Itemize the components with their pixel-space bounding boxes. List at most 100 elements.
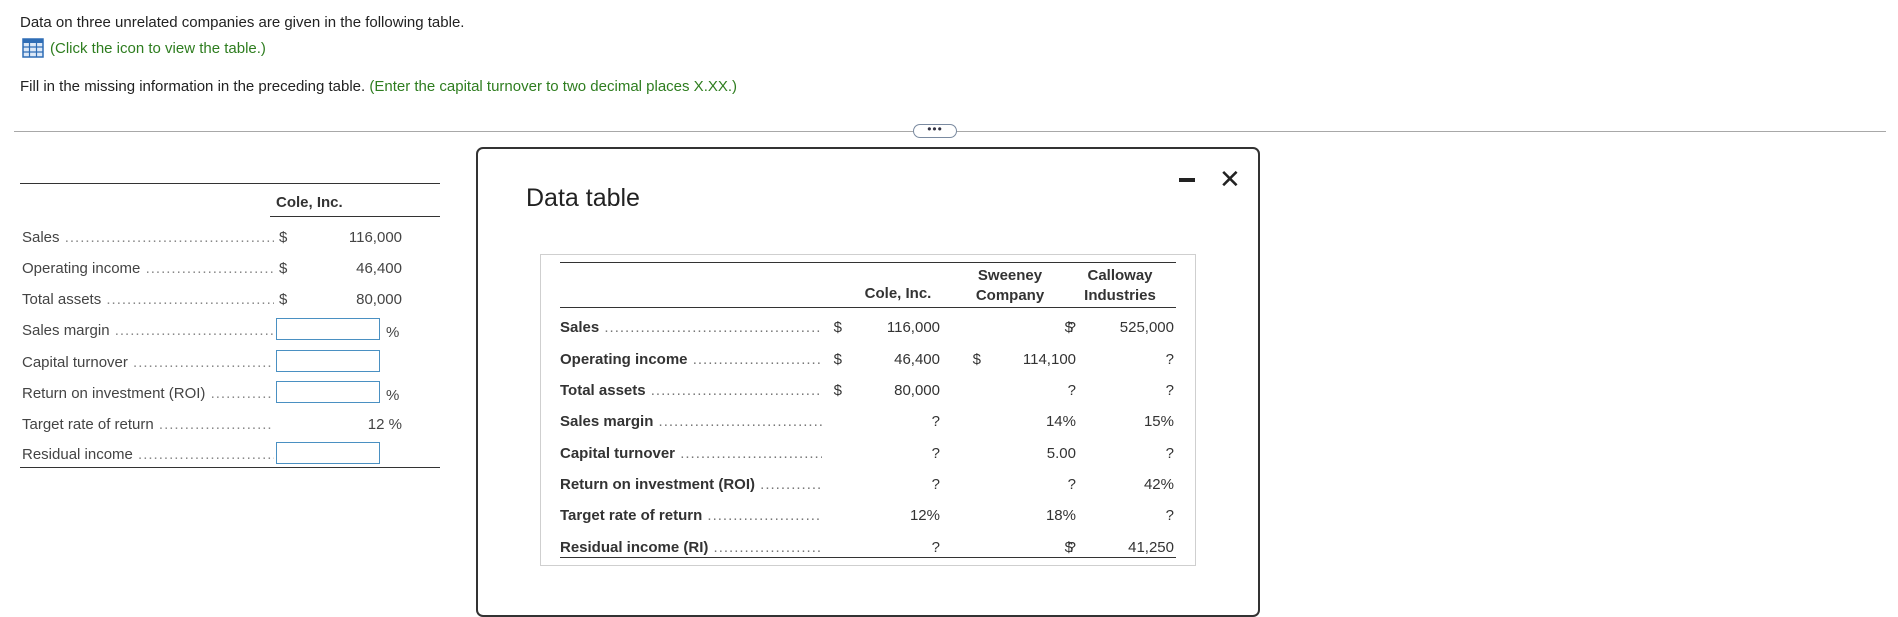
modal-title: Data table — [526, 184, 640, 212]
answer-table-header: Cole, Inc. — [276, 194, 343, 211]
instruction: Fill in the missing information in the p… — [20, 78, 737, 95]
resize-handle[interactable]: ••• — [913, 123, 957, 138]
cell-calloway: ? — [1165, 507, 1174, 524]
leader-dots: ........................................… — [713, 539, 822, 556]
data-row-label: Sales margin ...........................… — [560, 413, 822, 430]
answer-row-label: Capital turnover .......................… — [22, 354, 274, 371]
cell-sweeney: 14% — [1045, 413, 1076, 430]
leader-dots: ........................................… — [760, 476, 822, 493]
data-row-label: Capital turnover .......................… — [560, 445, 822, 462]
close-button[interactable]: ✕ — [1219, 166, 1241, 192]
answer-input[interactable] — [276, 318, 380, 340]
column-header-sweeney-line1: Sweeney — [977, 267, 1043, 284]
cell-calloway: 15% — [1143, 413, 1174, 430]
cell-sweeney: ? — [1067, 382, 1076, 399]
cell-calloway: 41,250 — [1128, 539, 1174, 556]
cell-sweeney: 18% — [1045, 507, 1076, 524]
leader-dots: ........................................… — [692, 351, 822, 368]
data-row-label: Total assets ...........................… — [560, 382, 822, 399]
row-label-text: Sales margin — [22, 322, 110, 339]
answer-value: 12 % — [367, 416, 402, 433]
answer-row: Residual income ........................… — [22, 442, 442, 472]
dollar-sign: $ — [833, 382, 842, 399]
row-label-text: Total assets — [560, 382, 646, 399]
view-table-link[interactable]: (Click the icon to view the table.) — [22, 38, 266, 58]
cell-sweeney: 5.00 — [1046, 445, 1076, 462]
cell-cole: ? — [931, 539, 940, 556]
column-header-sweeney: Sweeney Company — [960, 266, 1060, 306]
answer-row-label: Sales ..................................… — [22, 229, 274, 246]
row-label-text: Sales — [22, 229, 60, 246]
data-table-header-rule — [560, 307, 1176, 308]
cell-cole: ? — [931, 445, 940, 462]
data-row-label: Sales ..................................… — [560, 319, 822, 336]
answer-row: Return on investment (ROI) .............… — [22, 381, 442, 411]
answer-value: 116,000 — [348, 229, 402, 246]
row-label-text: Residual income — [22, 446, 133, 463]
leader-dots: ........................................… — [145, 260, 274, 277]
dollar-sign: $ — [1064, 319, 1073, 336]
dollar-sign: $ — [279, 260, 288, 277]
row-label-text: Capital turnover — [22, 354, 128, 371]
dollar-sign: $ — [1064, 539, 1073, 556]
leader-dots: ........................................… — [138, 446, 274, 463]
cell-calloway: ? — [1165, 382, 1174, 399]
column-header-calloway: Calloway Industries — [1070, 266, 1170, 306]
leader-dots: ........................................… — [210, 385, 274, 402]
answer-row-label: Target rate of return ..................… — [22, 416, 274, 433]
cell-cole: 80,000 — [894, 382, 940, 399]
cell-calloway: 42% — [1143, 476, 1174, 493]
instruction-hint: (Enter the capital turnover to two decim… — [369, 78, 738, 95]
answer-row-label: Operating income .......................… — [22, 260, 274, 277]
row-label-text: Operating income — [560, 351, 688, 368]
cell-cole: ? — [931, 476, 940, 493]
cell-calloway: ? — [1165, 351, 1174, 368]
leader-dots: ........................................… — [680, 445, 822, 462]
answer-row: Total assets ...........................… — [22, 291, 442, 317]
instruction-main: Fill in the missing information in the p… — [20, 78, 366, 95]
data-row: Sales ..................................… — [560, 319, 1176, 349]
data-row: Target rate of return ..................… — [560, 507, 1176, 537]
answer-input[interactable] — [276, 381, 380, 403]
row-label-text: Return on investment (ROI) — [560, 476, 756, 493]
minimize-button[interactable] — [1179, 168, 1197, 188]
cell-cole: 116,000 — [886, 319, 940, 336]
cell-sweeney: ? — [1067, 476, 1076, 493]
answer-table-header-rule — [270, 216, 440, 217]
answer-table-top-rule — [20, 183, 440, 184]
row-label-text: Operating income — [22, 260, 141, 277]
data-table-top-rule — [560, 262, 1176, 263]
dollar-sign: $ — [833, 351, 842, 368]
leader-dots: ........................................… — [133, 354, 274, 371]
cell-cole: 46,400 — [894, 351, 940, 368]
table-grid-icon[interactable] — [22, 38, 44, 58]
minimize-icon — [1179, 178, 1195, 182]
column-header-cole: Cole, Inc. — [864, 285, 932, 302]
leader-dots: ........................................… — [604, 319, 822, 336]
data-table-bottom-rule — [560, 557, 1176, 558]
answer-row-label: Total assets ...........................… — [22, 291, 274, 308]
data-row: Return on investment (ROI) .............… — [560, 476, 1176, 506]
cell-calloway: ? — [1165, 445, 1174, 462]
leader-dots: ........................................… — [106, 291, 274, 308]
column-header-sweeney-line2: Company — [975, 287, 1045, 304]
row-label-text: Target rate of return — [560, 507, 703, 524]
answer-input[interactable] — [276, 442, 380, 464]
leader-dots: ........................................… — [64, 229, 274, 246]
answer-row-label: Residual income ........................… — [22, 446, 274, 463]
answer-value: 80,000 — [356, 291, 402, 308]
dollar-sign: $ — [972, 351, 981, 368]
data-row: Capital turnover .......................… — [560, 445, 1176, 475]
dollar-sign: $ — [833, 319, 842, 336]
cell-sweeney: 114,100 — [1022, 351, 1076, 368]
answer-row: Sales ..................................… — [22, 229, 442, 255]
view-table-link-text[interactable]: (Click the icon to view the table.) — [50, 40, 266, 57]
cell-cole: 12% — [909, 507, 940, 524]
unit-label: % — [386, 324, 400, 341]
row-label-text: Target rate of return — [22, 416, 154, 433]
leader-dots: ........................................… — [707, 507, 822, 524]
answer-input[interactable] — [276, 350, 380, 372]
row-label-text: Return on investment (ROI) — [22, 385, 206, 402]
data-row: Operating income .......................… — [560, 351, 1176, 381]
row-label-text: Total assets — [22, 291, 102, 308]
